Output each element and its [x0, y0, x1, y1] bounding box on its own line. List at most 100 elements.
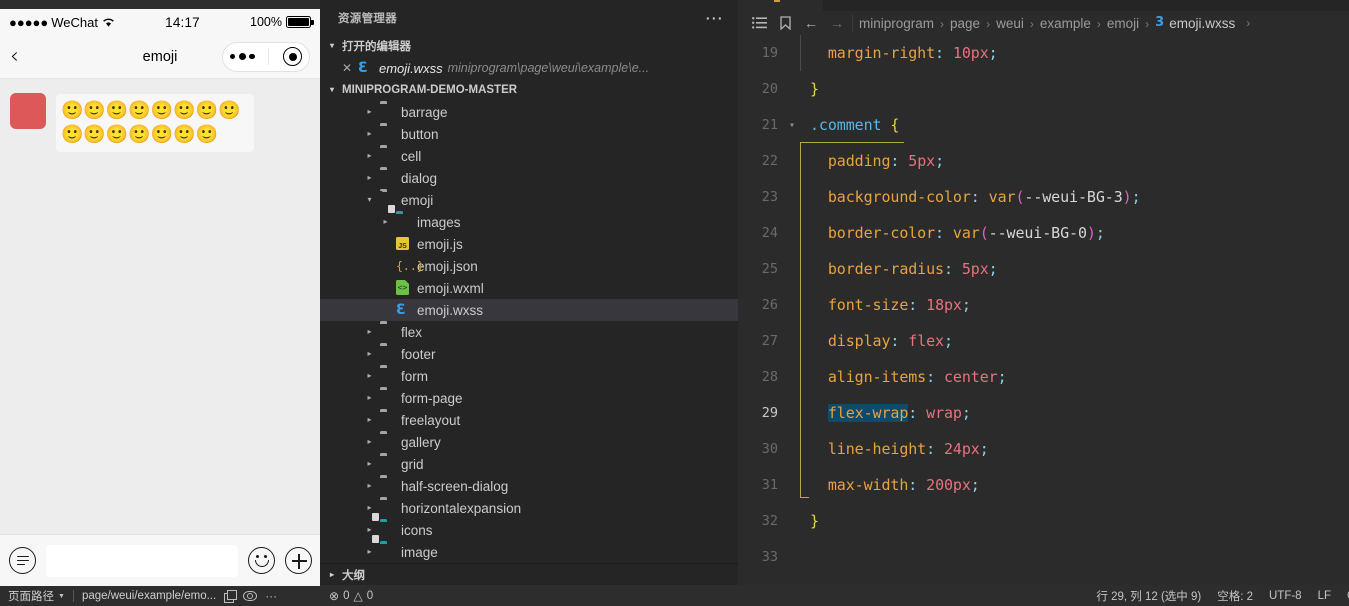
menu-lines-icon[interactable]	[9, 547, 36, 574]
code-line[interactable]: 23 background-color: var(--weui-BG-3);	[738, 179, 1349, 215]
code-line[interactable]: 31 max-width: 200px;	[738, 467, 1349, 503]
code-line[interactable]: 26 font-size: 18px;	[738, 287, 1349, 323]
tree-item-grid[interactable]: ▸ grid	[320, 453, 738, 475]
breadcrumb-segment[interactable]: weui	[996, 16, 1024, 31]
tree-item-barrage[interactable]: ▸ barrage	[320, 101, 738, 123]
chevron-right-icon[interactable]: ▸	[364, 416, 375, 424]
tree-item-images[interactable]: ▸ images	[320, 211, 738, 233]
code-token: ;	[988, 260, 998, 278]
ellipsis-icon[interactable]: ···	[706, 10, 724, 26]
chevron-right-icon[interactable]: ▸	[364, 394, 375, 402]
tree-item-freelayout[interactable]: ▸ freelayout	[320, 409, 738, 431]
tree-item-dialog[interactable]: ▸ dialog	[320, 167, 738, 189]
code-token: }	[810, 512, 819, 530]
tree-item-form[interactable]: ▸ form	[320, 365, 738, 387]
code-line[interactable]: 19 margin-right: 10px;	[738, 35, 1349, 71]
breadcrumb-segment[interactable]: emoji	[1107, 16, 1139, 31]
arrow-right-icon[interactable]: →	[824, 12, 850, 34]
fold-chevron-icon[interactable]: ▾	[784, 120, 800, 131]
code-line[interactable]: 33	[738, 539, 1349, 575]
tree-item-emoji-wxss[interactable]: ▸Ɛemoji.wxss	[320, 299, 738, 321]
error-circle-icon[interactable]: ⊗	[329, 589, 339, 603]
code-token: var	[952, 224, 980, 242]
list-icon[interactable]	[746, 12, 772, 34]
tree-item-image[interactable]: ▸ image	[320, 541, 738, 563]
phone-navbar: ‹ emoji	[0, 35, 320, 79]
bookmark-icon[interactable]	[772, 12, 798, 34]
cursor-position-status[interactable]: 行 29, 列 12 (选中 9)	[1096, 588, 1201, 604]
code-line[interactable]: 22 padding: 5px;	[738, 143, 1349, 179]
tree-item-button[interactable]: ▸ button	[320, 123, 738, 145]
tree-item-emoji-json[interactable]: ▸{..}emoji.json	[320, 255, 738, 277]
outline-section-header[interactable]: ▸ 大纲	[320, 563, 738, 585]
chevron-right-icon[interactable]: ▸	[364, 372, 375, 380]
more-dots-icon[interactable]	[229, 53, 255, 60]
code-token: margin-right	[827, 44, 936, 62]
encoding-status[interactable]: UTF-8	[1269, 590, 1302, 602]
editor-tab-emoji-wxss[interactable]	[738, 0, 823, 11]
page-path-value[interactable]: page/weui/example/emo...	[82, 590, 216, 602]
code-line[interactable]: 28 align-items: center;	[738, 359, 1349, 395]
tree-item-footer[interactable]: ▸ footer	[320, 343, 738, 365]
open-editors-section-header[interactable]: ▾ 打开的编辑器	[320, 35, 738, 57]
tree-item-half-screen-dialog[interactable]: ▸ half-screen-dialog	[320, 475, 738, 497]
page-path-label[interactable]: 页面路径	[8, 588, 54, 604]
breadcrumb-segment[interactable]: example	[1040, 16, 1091, 31]
copy-icon[interactable]	[224, 589, 238, 603]
chevron-right-icon[interactable]: ▸	[364, 438, 375, 446]
breadcrumb-segment[interactable]: page	[950, 16, 980, 31]
plus-circle-icon[interactable]	[285, 547, 312, 574]
indentation-status[interactable]: 空格: 2	[1217, 588, 1253, 604]
code-line[interactable]: 27 display: flex;	[738, 323, 1349, 359]
close-x-icon[interactable]: ✕	[342, 61, 353, 75]
smiley-face-icon[interactable]	[248, 547, 275, 574]
target-circle-icon[interactable]	[283, 47, 303, 66]
breadcrumb-file[interactable]: Ɛ emoji.wxss ›	[1155, 15, 1256, 31]
code-line[interactable]: 25 border-radius: 5px;	[738, 251, 1349, 287]
tree-item-gallery[interactable]: ▸ gallery	[320, 431, 738, 453]
code-line[interactable]: 32}	[738, 503, 1349, 539]
arrow-left-icon[interactable]: ←	[798, 12, 824, 34]
chat-input[interactable]	[46, 544, 238, 577]
code-line[interactable]: 20}	[738, 71, 1349, 107]
code-token: ;	[961, 296, 971, 314]
line-number: 33	[761, 549, 778, 565]
tree-item-horizontalexpansion[interactable]: ▸ horizontalexpansion	[320, 497, 738, 519]
tree-item-icons[interactable]: ▸ icons	[320, 519, 738, 541]
tree-item-emoji-js[interactable]: ▸JSemoji.js	[320, 233, 738, 255]
tree-item-emoji-wxml[interactable]: ▸<>emoji.wxml	[320, 277, 738, 299]
back-button[interactable]: ‹	[10, 45, 36, 68]
tree-item-cell[interactable]: ▸ cell	[320, 145, 738, 167]
chevron-down-icon[interactable]: ▼	[58, 593, 65, 600]
code-line[interactable]: 24 border-color: var(--weui-BG-0);	[738, 215, 1349, 251]
chevron-right-icon[interactable]: ▸	[364, 174, 375, 182]
chevron-right-icon[interactable]: ▸	[364, 130, 375, 138]
chevron-right-icon[interactable]: ▸	[364, 328, 375, 336]
chevron-right-icon[interactable]: ▸	[364, 460, 375, 468]
chevron-right-icon[interactable]: ▸	[364, 108, 375, 116]
breadcrumb-segment[interactable]: miniprogram	[859, 16, 934, 31]
eye-icon[interactable]	[243, 591, 258, 601]
chevron-right-icon[interactable]: ▸	[364, 482, 375, 490]
chevron-down-icon[interactable]: ▾	[364, 196, 375, 204]
more-dots-icon[interactable]: ···	[265, 589, 277, 603]
code-line[interactable]: 21 ▾ .comment {	[738, 107, 1349, 143]
tree-item-emoji[interactable]: ▾ emoji	[320, 189, 738, 211]
chevron-right-icon[interactable]: ▸	[380, 218, 391, 226]
open-editor-item[interactable]: ✕ Ɛ emoji.wxss miniprogram\page\weui\exa…	[320, 57, 738, 79]
code-line[interactable]: 30 line-height: 24px;	[738, 431, 1349, 467]
chevron-right-icon[interactable]: ▸	[364, 350, 375, 358]
project-root-row[interactable]: ▾ MINIPROGRAM-DEMO-MASTER	[320, 79, 738, 101]
code-line[interactable]: 34	[738, 575, 1349, 585]
folder-icon	[380, 412, 396, 428]
chevron-right-icon[interactable]: ▸	[364, 504, 375, 512]
code-line[interactable]: 29 flex-wrap: wrap;	[738, 395, 1349, 431]
chevron-right-icon[interactable]: ▸	[364, 526, 375, 534]
chevron-right-icon[interactable]: ▸	[364, 152, 375, 160]
warning-triangle-icon[interactable]: △	[353, 589, 362, 603]
code-content[interactable]: 19 margin-right: 10px; 20} 21 ▾ .comment {22…	[738, 35, 1349, 585]
eol-status[interactable]: LF	[1318, 590, 1331, 602]
tree-item-form-page[interactable]: ▸ form-page	[320, 387, 738, 409]
chevron-right-icon[interactable]: ▸	[364, 548, 375, 556]
tree-item-flex[interactable]: ▸ flex	[320, 321, 738, 343]
